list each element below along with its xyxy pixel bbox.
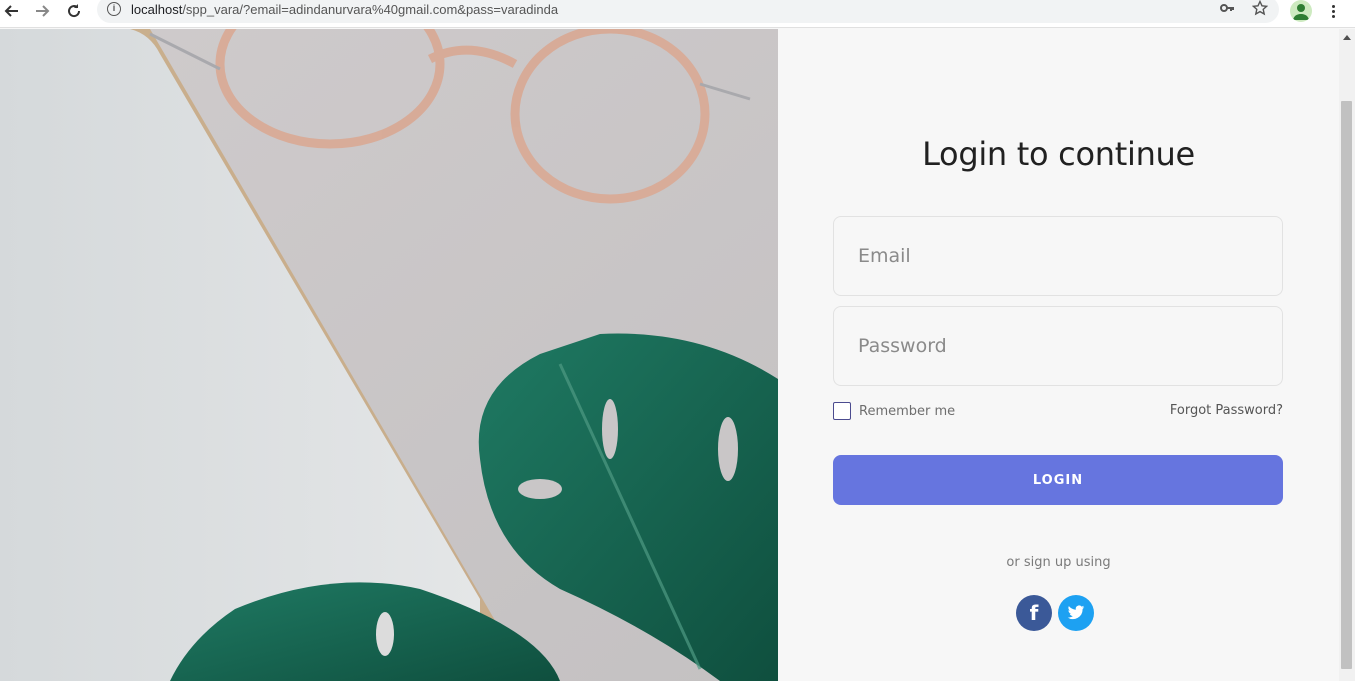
- page-title: Login to continue: [922, 135, 1195, 173]
- login-panel: Login to continue Remember me Forgot Pas…: [778, 29, 1339, 681]
- email-input[interactable]: [834, 217, 1282, 295]
- remember-me-control[interactable]: Remember me: [833, 402, 955, 420]
- forward-arrow-icon[interactable]: [30, 0, 54, 22]
- browser-toolbar: i localhost/spp_vara/?email=adindanurvar…: [0, 0, 1355, 28]
- back-arrow-icon[interactable]: [0, 0, 24, 22]
- address-bar[interactable]: i localhost/spp_vara/?email=adindanurvar…: [97, 0, 1279, 23]
- star-icon[interactable]: [1250, 0, 1270, 18]
- remember-me-label: Remember me: [859, 403, 956, 419]
- scrollbar[interactable]: [1339, 29, 1355, 681]
- site-info-icon[interactable]: i: [107, 2, 121, 16]
- scrollbar-thumb[interactable]: [1341, 101, 1352, 669]
- reload-icon[interactable]: [62, 0, 86, 22]
- profile-avatar-icon[interactable]: [1290, 0, 1312, 22]
- alt-signup-text: or sign up using: [1006, 555, 1111, 570]
- forgot-password-link[interactable]: Forgot Password?: [1170, 403, 1283, 418]
- password-input[interactable]: [834, 307, 1282, 385]
- remember-me-checkbox[interactable]: [833, 402, 851, 420]
- login-button[interactable]: LOGIN: [833, 455, 1283, 505]
- url-text[interactable]: localhost/spp_vara/?email=adindanurvara%…: [131, 2, 558, 17]
- facebook-icon[interactable]: f: [1016, 595, 1052, 631]
- email-field[interactable]: [833, 216, 1283, 296]
- twitter-icon[interactable]: [1058, 595, 1094, 631]
- kebab-menu-icon[interactable]: [1326, 0, 1340, 22]
- hero-image: [0, 29, 778, 681]
- password-field[interactable]: [833, 306, 1283, 386]
- scroll-up-arrow-icon[interactable]: [1343, 35, 1351, 40]
- key-icon[interactable]: [1217, 0, 1237, 18]
